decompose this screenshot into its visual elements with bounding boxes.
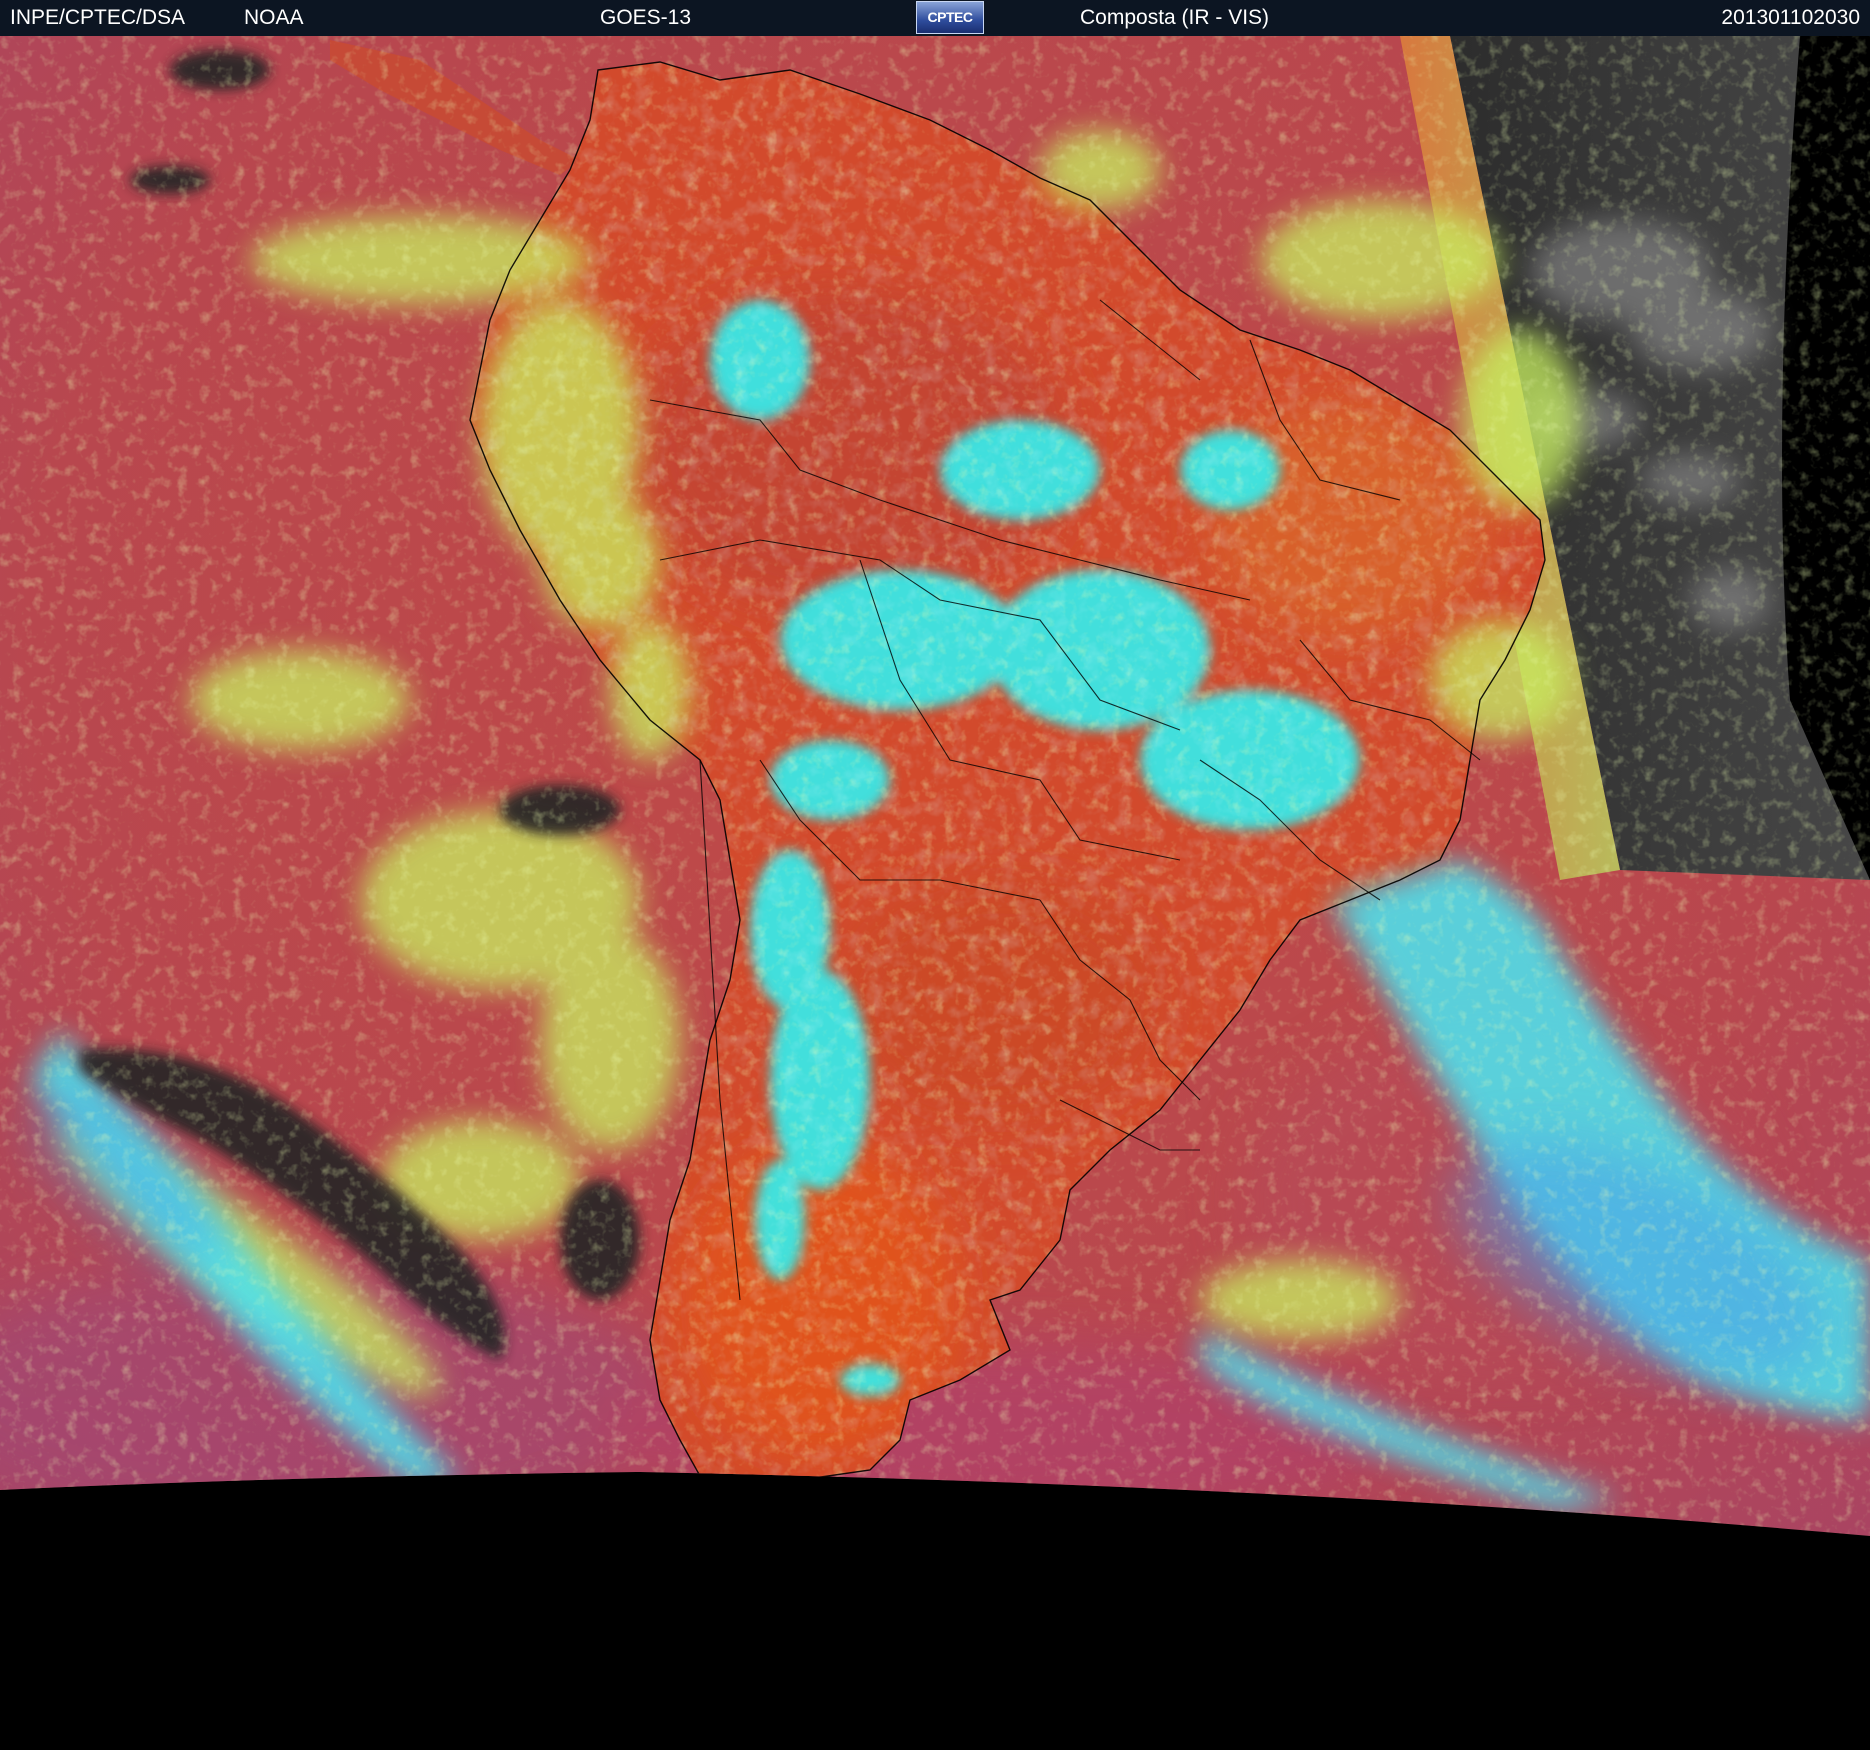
agency-label: INPE/CPTEC/DSA (10, 6, 186, 29)
satellite-image (0, 36, 1870, 1750)
header-bar: INPE/CPTEC/DSA NOAA GOES-13 CPTEC Compos… (0, 0, 1870, 36)
partner-label: NOAA (244, 6, 304, 29)
cptec-logo: CPTEC (916, 1, 984, 34)
timestamp-label: 201301102030 (1721, 6, 1860, 29)
satellite-label: GOES-13 (600, 6, 692, 29)
product-label: Composta (IR - VIS) (1080, 6, 1270, 29)
